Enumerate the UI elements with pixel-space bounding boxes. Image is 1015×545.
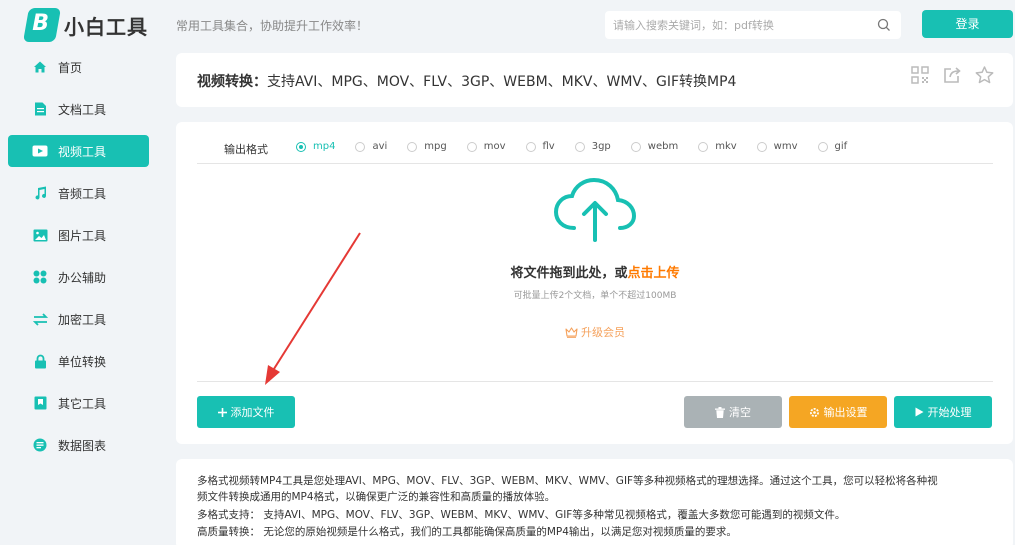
star-icon[interactable] <box>975 66 995 86</box>
trash-icon <box>715 406 725 418</box>
bookmark-icon <box>32 395 48 411</box>
slogan: 常用工具集合，协助提升工作效率！ <box>176 19 369 33</box>
upload-limit-text: 可批量上传2个文档，单个不超过100MB <box>513 291 677 301</box>
share-icon[interactable] <box>943 66 963 86</box>
format-option-label: mpg <box>424 141 447 152</box>
swap-icon <box>32 311 48 327</box>
sidebar-item-home[interactable]: 首页 <box>8 51 149 83</box>
format-option-gif[interactable]: gif <box>817 141 848 152</box>
search-box <box>605 11 901 39</box>
format-option-flv[interactable]: flv <box>525 141 555 152</box>
sidebar-item-document[interactable]: 文档工具 <box>8 93 149 125</box>
logo-text: 小白工具 <box>64 14 148 39</box>
qrcode-icon[interactable] <box>911 66 931 86</box>
plus-icon <box>217 407 227 417</box>
divider-bottom <box>197 381 993 382</box>
format-option-label: gif <box>834 141 848 152</box>
radio-button[interactable] <box>574 141 585 152</box>
logo[interactable]: B 小白工具 <box>23 8 148 42</box>
click-upload-link[interactable]: 点击上传 <box>628 266 680 281</box>
add-file-button[interactable]: 添加文件 <box>197 396 295 428</box>
radio-button[interactable] <box>756 141 767 152</box>
sidebar-item-image[interactable]: 图片工具 <box>8 219 149 251</box>
sidebar-item-video[interactable]: 视频工具 <box>8 135 149 167</box>
search-input[interactable] <box>613 18 863 32</box>
crown-icon <box>565 327 578 338</box>
radio-button[interactable] <box>525 141 536 152</box>
home-icon <box>32 59 48 75</box>
sidebar-item-other[interactable]: 其它工具 <box>8 387 149 419</box>
cloud-upload-icon <box>553 177 637 242</box>
header: B 小白工具 常用工具集合，协助提升工作效率！ 登录 <box>0 0 1015 50</box>
radio-button[interactable] <box>817 141 828 152</box>
sidebar-item-office[interactable]: 办公辅助 <box>8 261 149 293</box>
format-option-wmv[interactable]: wmv <box>756 141 798 152</box>
format-option-label: flv <box>542 141 555 152</box>
format-option-label: mov <box>483 141 506 152</box>
tool-card: 输出格式 mp4 avi mpg mov flv 3gp webm mkv wmv gif 将文件… <box>176 122 1013 444</box>
search-icon[interactable] <box>877 18 891 32</box>
lock-icon <box>32 353 48 369</box>
apps-icon <box>32 269 48 285</box>
sidebar-item-unit[interactable]: 单位转换 <box>8 345 149 377</box>
output-settings-button[interactable]: 输出设置 <box>789 396 887 428</box>
format-option-mp4[interactable]: mp4 <box>296 141 335 152</box>
chart-icon <box>32 437 48 453</box>
format-option-label: avi <box>372 141 388 152</box>
login-button[interactable]: 登录 <box>922 10 1013 38</box>
radio-button[interactable] <box>466 141 477 152</box>
description-line: 频文件转换成通用的MP4格式，以确保更广泛的兼容性和高质量的播放体验。 <box>197 491 556 503</box>
image-icon <box>32 227 48 243</box>
clear-button[interactable]: 清空 <box>684 396 782 428</box>
sidebar-item-chart[interactable]: 数据图表 <box>8 429 149 461</box>
page-title: 视频转换：支持AVI、MPG、MOV、FLV、3GP、WEBM、MKV、WMV、… <box>197 74 737 90</box>
drop-text: 将文件拖到此处，或点击上传 <box>510 266 680 281</box>
description-line: 多格式支持： 支持AVI、MPG、MOV、FLV、3GP、WEBM、MKV、WM… <box>197 509 846 521</box>
gear-icon <box>809 407 819 417</box>
format-option-label: webm <box>647 141 679 152</box>
radio-button[interactable] <box>355 141 366 152</box>
format-options: mp4 avi mpg mov flv 3gp webm mkv wmv gif <box>296 141 867 152</box>
format-option-label: 3gp <box>591 141 611 152</box>
upgrade-vip-link[interactable]: 升级会员 <box>197 324 993 340</box>
format-option-mkv[interactable]: mkv <box>698 141 737 152</box>
logo-mark: B <box>23 8 61 42</box>
format-option-label: mp4 <box>313 141 336 152</box>
radio-button[interactable] <box>296 141 306 152</box>
title-actions <box>911 66 995 86</box>
upload-dropzone[interactable]: 将文件拖到此处，或点击上传 可批量上传2个文档，单个不超过100MB 升级会员 <box>197 164 993 381</box>
document-icon <box>32 101 48 117</box>
format-label: 输出格式 <box>224 143 268 156</box>
description-line: 高质量转换： 无论您的原始视频是什么格式，我们的工具都能确保高质量的MP4输出，… <box>197 526 737 538</box>
radio-button[interactable] <box>698 141 709 152</box>
sidebar-item-audio[interactable]: 音频工具 <box>8 177 149 209</box>
format-option-label: wmv <box>773 141 798 152</box>
music-icon <box>32 185 48 201</box>
format-option-3gp[interactable]: 3gp <box>574 141 611 152</box>
radio-button[interactable] <box>630 141 641 152</box>
format-option-mov[interactable]: mov <box>466 141 506 152</box>
description-line: 多格式视频转MP4工具是您处理AVI、MPG、MOV、FLV、3GP、WEBM、… <box>197 475 938 487</box>
format-option-webm[interactable]: webm <box>630 141 679 152</box>
start-process-button[interactable]: 开始处理 <box>894 396 992 428</box>
format-option-mpg[interactable]: mpg <box>407 141 447 152</box>
radio-button[interactable] <box>407 141 418 152</box>
sidebar-item-encrypt[interactable]: 加密工具 <box>8 303 149 335</box>
description-card: 多格式视频转MP4工具是您处理AVI、MPG、MOV、FLV、3GP、WEBM、… <box>176 459 1013 545</box>
video-icon <box>32 143 48 159</box>
play-icon <box>915 407 923 417</box>
title-card: 视频转换：支持AVI、MPG、MOV、FLV、3GP、WEBM、MKV、WMV、… <box>176 53 1013 107</box>
format-option-label: mkv <box>715 141 737 152</box>
format-option-avi[interactable]: avi <box>355 141 387 152</box>
